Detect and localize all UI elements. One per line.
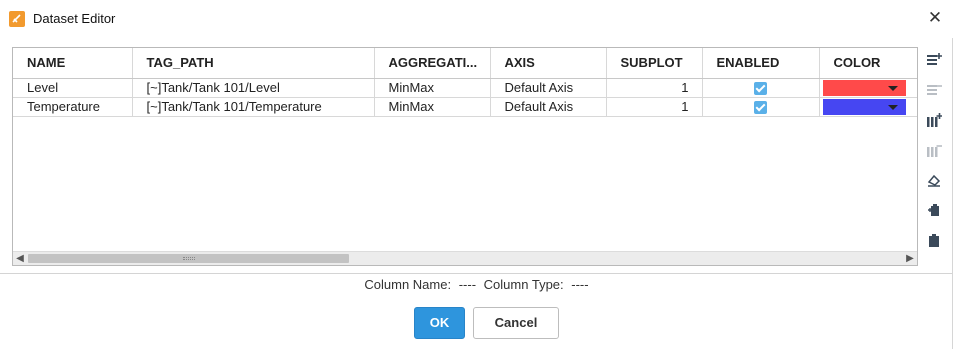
cell-subplot[interactable]: 1 xyxy=(606,78,703,98)
ok-button[interactable]: OK xyxy=(414,307,465,339)
table-header-row: NAME TAG_PATH AGGREGATI... AXIS SUBPLOT … xyxy=(13,48,917,79)
clipboard-icon[interactable] xyxy=(924,230,944,250)
table-row[interactable]: Temperature [~]Tank/Tank 101/Temperature… xyxy=(13,97,917,117)
dataset-table: NAME TAG_PATH AGGREGATI... AXIS SUBPLOT … xyxy=(13,48,917,117)
scroll-left-icon[interactable]: ◀ xyxy=(13,252,27,265)
paste-icon[interactable] xyxy=(924,200,944,220)
column-header-axis[interactable]: AXIS xyxy=(490,48,607,79)
scrollbar-grip-icon xyxy=(183,257,195,260)
column-type-label: Column Type: xyxy=(483,277,564,292)
cell-color[interactable] xyxy=(819,97,917,117)
delete-row-icon[interactable] xyxy=(924,80,944,100)
eraser-icon[interactable] xyxy=(924,170,944,190)
column-info: Column Name: ---- Column Type: ---- xyxy=(0,277,953,292)
cell-enabled[interactable] xyxy=(702,78,820,98)
enabled-checkbox[interactable] xyxy=(754,82,767,96)
cell-axis[interactable]: Default Axis xyxy=(490,97,607,117)
window-title: Dataset Editor xyxy=(33,11,116,26)
close-icon[interactable]: ✕ xyxy=(925,8,945,28)
add-column-icon[interactable] xyxy=(924,110,944,130)
dropdown-arrow-icon xyxy=(887,85,898,91)
cell-name[interactable]: Temperature xyxy=(13,97,133,117)
cancel-button[interactable]: Cancel xyxy=(473,307,559,339)
column-name-label: Column Name: xyxy=(364,277,452,292)
table-row[interactable]: Level [~]Tank/Tank 101/Level MinMax Defa… xyxy=(13,78,917,98)
app-icon xyxy=(9,11,25,27)
cell-name[interactable]: Level xyxy=(13,78,133,98)
cell-enabled[interactable] xyxy=(702,97,820,117)
cell-tag-path[interactable]: [~]Tank/Tank 101/Level xyxy=(132,78,375,98)
column-header-name[interactable]: NAME xyxy=(13,48,133,79)
column-header-enabled[interactable]: ENABLED xyxy=(702,48,820,79)
column-header-aggregation[interactable]: AGGREGATI... xyxy=(374,48,491,79)
add-row-icon[interactable] xyxy=(924,50,944,70)
column-header-tag-path[interactable]: TAG_PATH xyxy=(132,48,375,79)
cell-axis[interactable]: Default Axis xyxy=(490,78,607,98)
color-swatch[interactable] xyxy=(822,79,906,96)
delete-column-icon[interactable] xyxy=(924,140,944,160)
column-header-color[interactable]: COLOR xyxy=(819,48,917,79)
scroll-right-icon[interactable]: ▶ xyxy=(903,252,917,265)
dropdown-arrow-icon xyxy=(887,104,898,110)
horizontal-scrollbar[interactable]: ◀ ▶ xyxy=(13,251,917,265)
column-header-subplot[interactable]: SUBPLOT xyxy=(606,48,703,79)
divider xyxy=(0,273,952,274)
cell-aggregation[interactable]: MinMax xyxy=(374,97,491,117)
side-toolbar xyxy=(924,50,944,260)
scrollbar-thumb[interactable] xyxy=(28,254,349,263)
column-name-value: ---- xyxy=(458,277,477,292)
dataset-grid[interactable]: NAME TAG_PATH AGGREGATI... AXIS SUBPLOT … xyxy=(12,47,918,266)
column-type-value: ---- xyxy=(571,277,589,292)
color-swatch[interactable] xyxy=(822,98,906,115)
enabled-checkbox[interactable] xyxy=(754,101,767,115)
cell-tag-path[interactable]: [~]Tank/Tank 101/Temperature xyxy=(132,97,375,117)
cell-aggregation[interactable]: MinMax xyxy=(374,78,491,98)
title-bar: Dataset Editor ✕ xyxy=(0,0,953,38)
cell-subplot[interactable]: 1 xyxy=(606,97,703,117)
cell-color[interactable] xyxy=(819,78,917,98)
